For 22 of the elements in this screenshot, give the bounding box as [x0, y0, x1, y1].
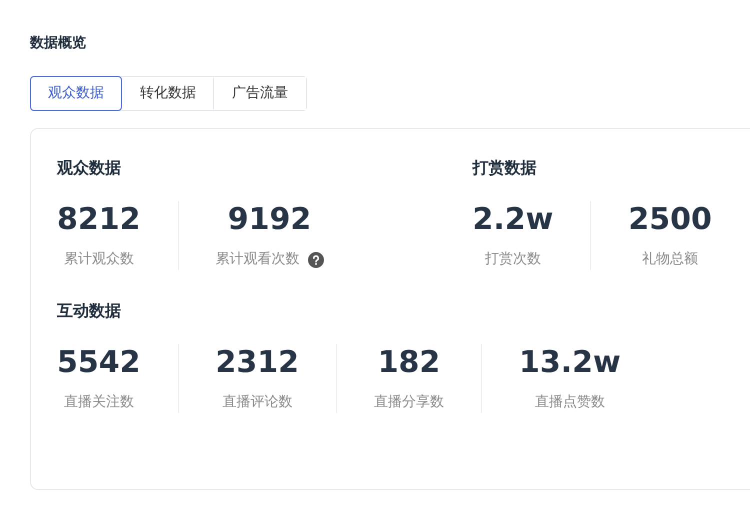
- page-title: 数据概览: [30, 35, 86, 52]
- stat-value: 2500: [628, 201, 712, 239]
- section-title: 互动数据: [57, 300, 122, 322]
- stat-label: 打赏次数: [484, 250, 541, 269]
- stat-label: 累计观看次数: [216, 250, 300, 269]
- tab[interactable]: 观众数据: [30, 76, 122, 111]
- stat-value: 8212: [57, 201, 140, 239]
- stat-value: 9192: [228, 201, 312, 239]
- stat-value: 5542: [57, 344, 140, 382]
- stat-label: 直播点赞数: [534, 393, 605, 412]
- section-title: 观众数据: [57, 157, 122, 179]
- stat-value: 2312: [216, 344, 299, 382]
- stat-label: 直播分享数: [374, 393, 444, 412]
- stat-label: 直播评论数: [222, 393, 292, 412]
- section-title: 打赏数据: [472, 157, 538, 179]
- stat-value: 182: [378, 344, 440, 382]
- stat-label: 累计观众数: [64, 250, 134, 269]
- stat-label: 礼物总额: [642, 250, 698, 269]
- stat-value: 2.2w: [472, 201, 554, 239]
- help-icon[interactable]: [308, 252, 324, 268]
- stat-value: 13.2w: [519, 344, 621, 382]
- stat-label: 直播关注数: [64, 393, 134, 412]
